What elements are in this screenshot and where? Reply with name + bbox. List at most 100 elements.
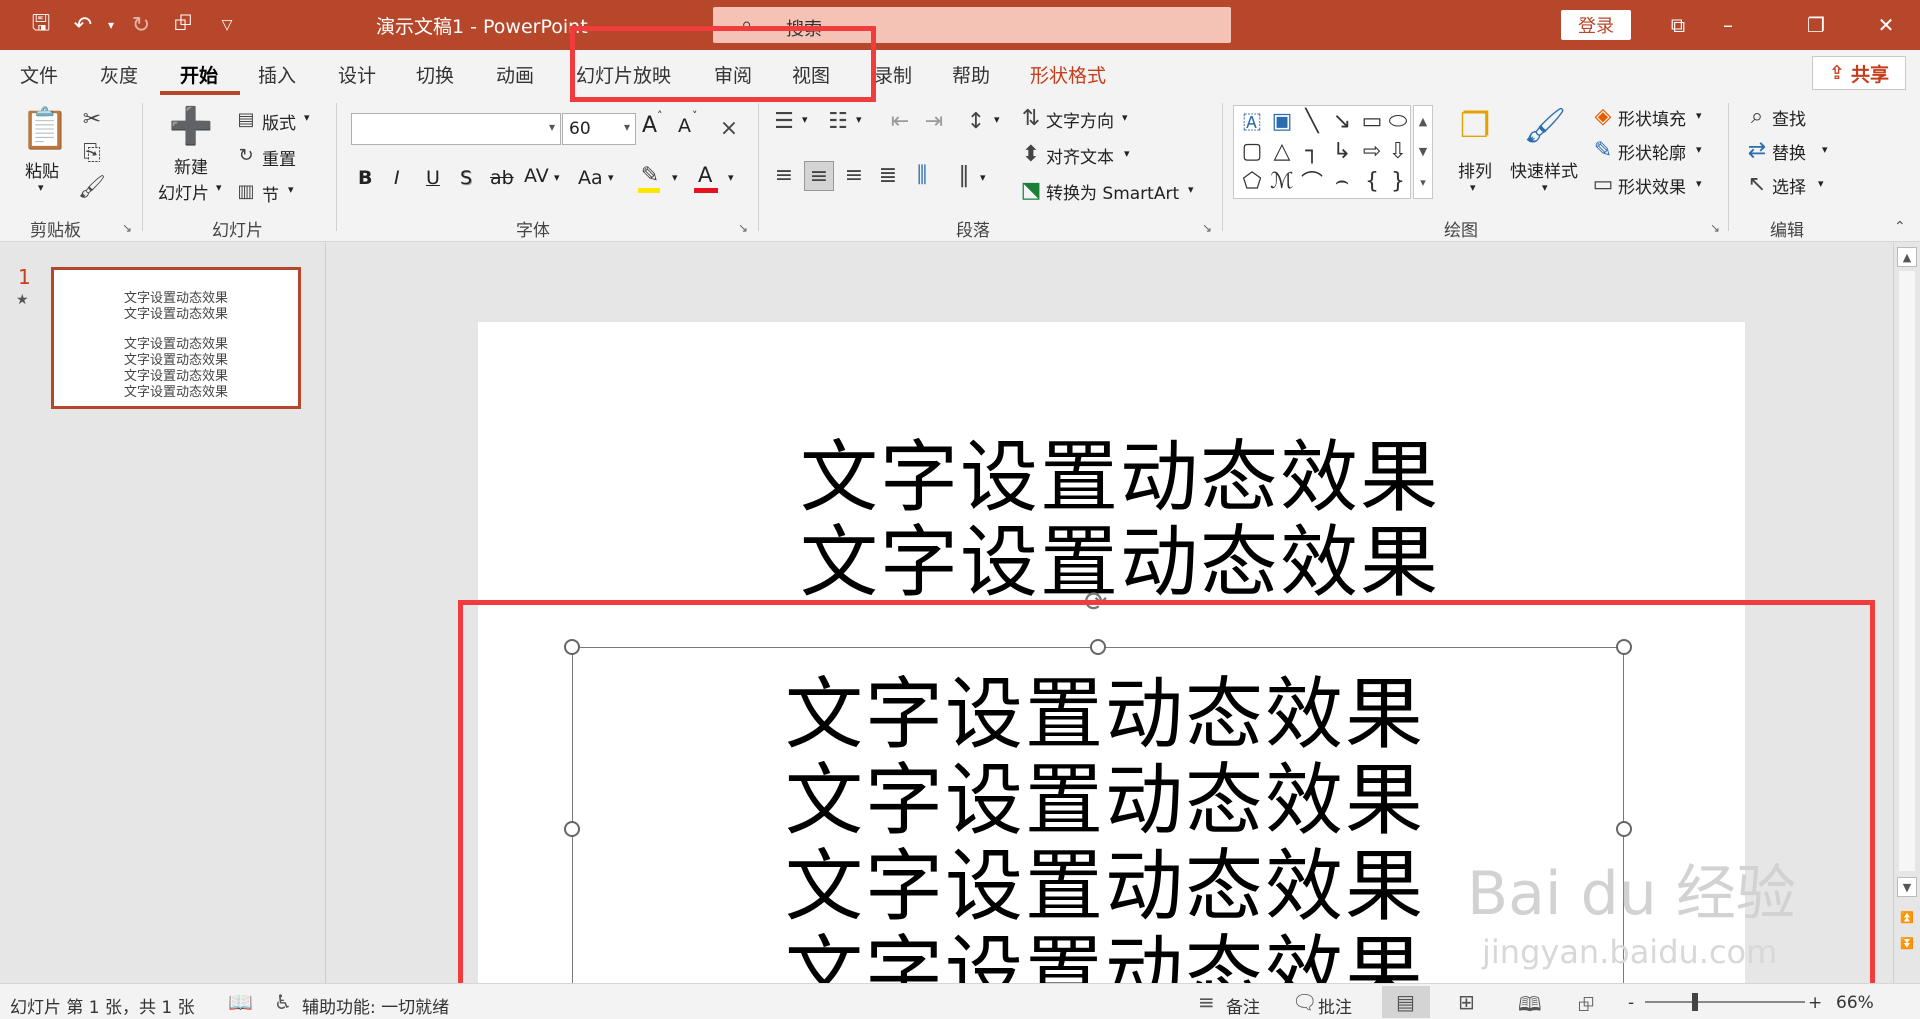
scroll-thumb[interactable] bbox=[1899, 271, 1915, 871]
new-slide-label-1[interactable]: 新建 bbox=[174, 153, 208, 178]
elbow-arrow-shape-icon[interactable]: ↳ bbox=[1328, 138, 1356, 164]
accessibility-icon[interactable]: ♿ bbox=[274, 990, 292, 1014]
paste-icon[interactable]: 📋 bbox=[20, 103, 70, 153]
minimize-icon[interactable]: – bbox=[1708, 8, 1748, 42]
copy-icon[interactable]: ⎘ bbox=[78, 139, 106, 167]
gallery-down-icon[interactable]: ▼ bbox=[1419, 145, 1427, 158]
char-spacing-button[interactable]: AV bbox=[524, 165, 549, 187]
align-right-icon[interactable]: ≡ bbox=[840, 161, 868, 189]
scribble-shape-icon[interactable]: ℳ bbox=[1268, 168, 1296, 194]
zoom-slider[interactable] bbox=[1645, 1001, 1805, 1003]
tab-record[interactable]: 录制 bbox=[874, 61, 912, 88]
replace-icon[interactable]: ⇄ bbox=[1744, 137, 1770, 163]
shape-outline-button[interactable]: 形状轮廓 bbox=[1618, 139, 1686, 164]
select-button[interactable]: 选择 bbox=[1772, 173, 1806, 198]
smartart-dropdown-icon[interactable]: ▾ bbox=[1188, 183, 1194, 196]
zoom-out-button[interactable]: - bbox=[1628, 993, 1634, 1013]
paragraph-launcher-icon[interactable]: ↘ bbox=[1202, 221, 1212, 235]
replace-dropdown-icon[interactable]: ▾ bbox=[1822, 143, 1828, 156]
vertical-textbox-shape-icon[interactable]: ▣ bbox=[1268, 108, 1296, 134]
notes-button[interactable]: 备注 bbox=[1226, 993, 1260, 1018]
reset-button[interactable]: 重置 bbox=[262, 145, 296, 170]
select-dropdown-icon[interactable]: ▾ bbox=[1818, 177, 1824, 190]
shape-fill-button[interactable]: 形状填充 bbox=[1618, 105, 1686, 130]
shape-gallery[interactable]: 🇦 ▣ ╲ ↘ ▭ ⬭ ▢ △ ┐ ↳ ⇨ ⇩ ⬠ ℳ ⌒ ⌢ { } bbox=[1233, 105, 1411, 199]
change-case-dropdown-icon[interactable]: ▾ bbox=[608, 171, 614, 184]
left-brace-shape-icon[interactable]: { bbox=[1358, 168, 1386, 194]
slideshow-view-icon[interactable]: ⮺ bbox=[1578, 990, 1594, 1019]
freeform-shape-icon[interactable]: ⬠ bbox=[1238, 168, 1266, 194]
tab-animations[interactable]: 动画 bbox=[496, 61, 534, 88]
triangle-shape-icon[interactable]: △ bbox=[1268, 138, 1296, 164]
distribute-icon[interactable]: ⫼ bbox=[908, 161, 936, 189]
comments-button[interactable]: 批注 bbox=[1318, 993, 1352, 1018]
font-name-combo[interactable]: ▾ bbox=[351, 113, 561, 145]
text-shadow-button[interactable]: S bbox=[460, 167, 472, 189]
quick-styles-icon[interactable]: 🖌 bbox=[1522, 103, 1568, 149]
shape-outline-dropdown-icon[interactable]: ▾ bbox=[1696, 143, 1702, 156]
customize-icon[interactable]: ▽ bbox=[212, 10, 242, 40]
right-brace-shape-icon[interactable]: } bbox=[1384, 168, 1412, 194]
grow-font-button[interactable]: A bbox=[642, 113, 657, 138]
drawing-launcher-icon[interactable]: ↘ bbox=[1710, 221, 1720, 235]
align-text-icon[interactable]: ⬍ bbox=[1018, 141, 1044, 167]
new-slide-label-2[interactable]: 幻灯片 bbox=[158, 179, 209, 204]
bullets-dropdown-icon[interactable]: ▾ bbox=[802, 113, 808, 126]
scroll-down-icon[interactable]: ▼ bbox=[1897, 877, 1917, 897]
section-button[interactable]: 节 bbox=[262, 181, 279, 206]
collapse-ribbon-icon[interactable]: ⌃ bbox=[1894, 219, 1906, 235]
save-icon[interactable]: 🖫 bbox=[26, 10, 56, 40]
layout-icon[interactable]: ▤ bbox=[234, 107, 258, 131]
arc-shape-icon[interactable]: ⌒ bbox=[1298, 168, 1326, 196]
strikethrough-button[interactable]: ab bbox=[490, 167, 514, 189]
share-button[interactable]: ⇪ 共享 bbox=[1812, 56, 1906, 90]
restore-icon[interactable]: ❐ bbox=[1796, 8, 1836, 42]
tab-help[interactable]: 帮助 bbox=[952, 61, 990, 88]
tab-home[interactable]: 开始 bbox=[180, 61, 218, 88]
align-center-icon[interactable]: ≡ bbox=[804, 161, 834, 191]
shape-effects-icon[interactable]: ▭ bbox=[1590, 171, 1616, 197]
oval-shape-icon[interactable]: ⬭ bbox=[1384, 108, 1412, 134]
textbox-shape-icon[interactable]: 🇦 bbox=[1238, 108, 1266, 134]
present-icon[interactable]: ⮺ bbox=[168, 10, 198, 40]
tab-file[interactable]: 文件 bbox=[20, 61, 58, 88]
format-painter-icon[interactable]: 🖌 bbox=[78, 173, 106, 201]
gallery-more-icon[interactable]: ▾ bbox=[1420, 176, 1426, 189]
shape-gallery-scroll[interactable]: ▲ ▼ ▾ bbox=[1413, 105, 1433, 199]
arrange-dropdown-icon[interactable]: ▾ bbox=[1470, 181, 1476, 194]
font-launcher-icon[interactable]: ↘ bbox=[738, 221, 748, 235]
change-case-button[interactable]: Aa bbox=[578, 167, 603, 189]
line-spacing-dropdown-icon[interactable]: ▾ bbox=[994, 113, 1000, 126]
tab-grayscale[interactable]: 灰度 bbox=[100, 61, 138, 88]
highlight-dropdown-icon[interactable]: ▾ bbox=[672, 171, 678, 184]
reset-icon[interactable]: ↻ bbox=[234, 143, 258, 167]
shape-effects-button[interactable]: 形状效果 bbox=[1618, 173, 1686, 198]
smartart-button[interactable]: 转换为 SmartArt bbox=[1046, 179, 1179, 204]
font-size-dropdown-icon[interactable]: ▾ bbox=[624, 120, 630, 134]
font-color-icon[interactable]: A bbox=[698, 163, 712, 187]
gallery-up-icon[interactable]: ▲ bbox=[1419, 115, 1427, 128]
tab-insert[interactable]: 插入 bbox=[258, 61, 296, 88]
cut-icon[interactable]: ✂ bbox=[78, 105, 106, 133]
normal-view-icon[interactable]: ▤ bbox=[1396, 990, 1415, 1014]
smartart-icon[interactable]: ⬔ bbox=[1018, 177, 1044, 203]
clipboard-launcher-icon[interactable]: ↘ bbox=[122, 221, 132, 235]
tab-transitions[interactable]: 切换 bbox=[416, 61, 454, 88]
zoom-level[interactable]: 66% bbox=[1836, 993, 1874, 1013]
font-size-combo[interactable]: 60 ▾ bbox=[562, 113, 636, 145]
login-button[interactable]: 登录 bbox=[1561, 10, 1631, 40]
decrease-indent-icon[interactable]: ⇤ bbox=[886, 107, 914, 135]
bold-button[interactable]: B bbox=[358, 167, 372, 189]
find-icon[interactable]: ⌕ bbox=[1744, 103, 1770, 129]
zoom-slider-knob[interactable] bbox=[1692, 993, 1698, 1011]
new-slide-icon[interactable]: ➕ bbox=[168, 103, 214, 149]
next-slide-icon[interactable]: ⏬ bbox=[1897, 933, 1917, 953]
rounded-rect-shape-icon[interactable]: ▢ bbox=[1238, 138, 1266, 164]
shrink-font-button[interactable]: A bbox=[678, 115, 691, 137]
reading-view-icon[interactable]: 🕮 bbox=[1518, 990, 1542, 1019]
select-icon[interactable]: ↖ bbox=[1744, 171, 1770, 197]
shape-fill-icon[interactable]: ◈ bbox=[1590, 103, 1616, 129]
align-text-button[interactable]: 对齐文本 bbox=[1046, 143, 1114, 168]
new-slide-dropdown-icon[interactable]: ▾ bbox=[216, 181, 222, 194]
tab-shape-format[interactable]: 形状格式 bbox=[1030, 61, 1106, 88]
